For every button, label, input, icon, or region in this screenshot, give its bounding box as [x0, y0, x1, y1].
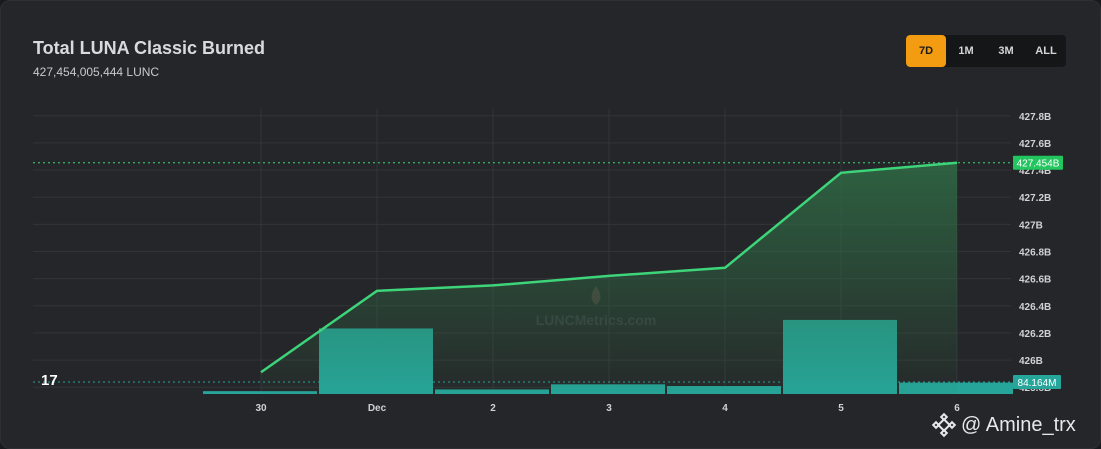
binance-icon	[931, 412, 957, 438]
range-7d-button[interactable]: 7D	[906, 35, 946, 67]
user-handle: @ Amine_trx	[961, 413, 1076, 436]
x-tick-label: 4	[722, 403, 728, 414]
chart-title: Total LUNA Classic Burned	[33, 38, 266, 58]
x-tick-label: 2	[490, 403, 496, 414]
user-watermark: @ Amine_trx	[931, 412, 1076, 438]
chart-card: Total LUNA Classic Burned 427,454,005,44…	[0, 0, 1101, 449]
range-selector: 7D 1M 3M ALL	[906, 35, 1066, 67]
burn-chart[interactable]: 427.8B427.6B427.4B427.2B427B426.8B426.6B…	[1, 101, 1101, 421]
y-tick-label: 426.2B	[1019, 329, 1051, 340]
y-tick-label: 427B	[1019, 220, 1043, 231]
y-tick-label: 426.6B	[1019, 275, 1051, 286]
x-tick-label: 5	[838, 403, 844, 414]
range-1m-button[interactable]: 1M	[946, 35, 986, 67]
last-value-label: 427.454B	[1017, 159, 1060, 170]
y-tick-label: 427.2B	[1019, 193, 1051, 204]
range-3m-button[interactable]: 3M	[986, 35, 1026, 67]
total-burned-value: 427,454,005,444 LUNC	[33, 65, 160, 79]
x-tick-label: Dec	[368, 403, 387, 414]
x-tick-label: 3	[606, 403, 612, 414]
range-all-button[interactable]: ALL	[1026, 35, 1066, 67]
y-tick-label: 427.6B	[1019, 139, 1051, 150]
y-tick-label: 426.4B	[1019, 302, 1051, 313]
y-tick-label: 426B	[1019, 356, 1043, 367]
y-tick-label: 427.8B	[1019, 112, 1051, 123]
tradingview-icon: 17	[41, 372, 58, 389]
x-tick-label: 30	[255, 403, 267, 414]
y-tick-label: 426.8B	[1019, 248, 1051, 259]
last-bar-label: 84.164M	[1018, 378, 1057, 389]
